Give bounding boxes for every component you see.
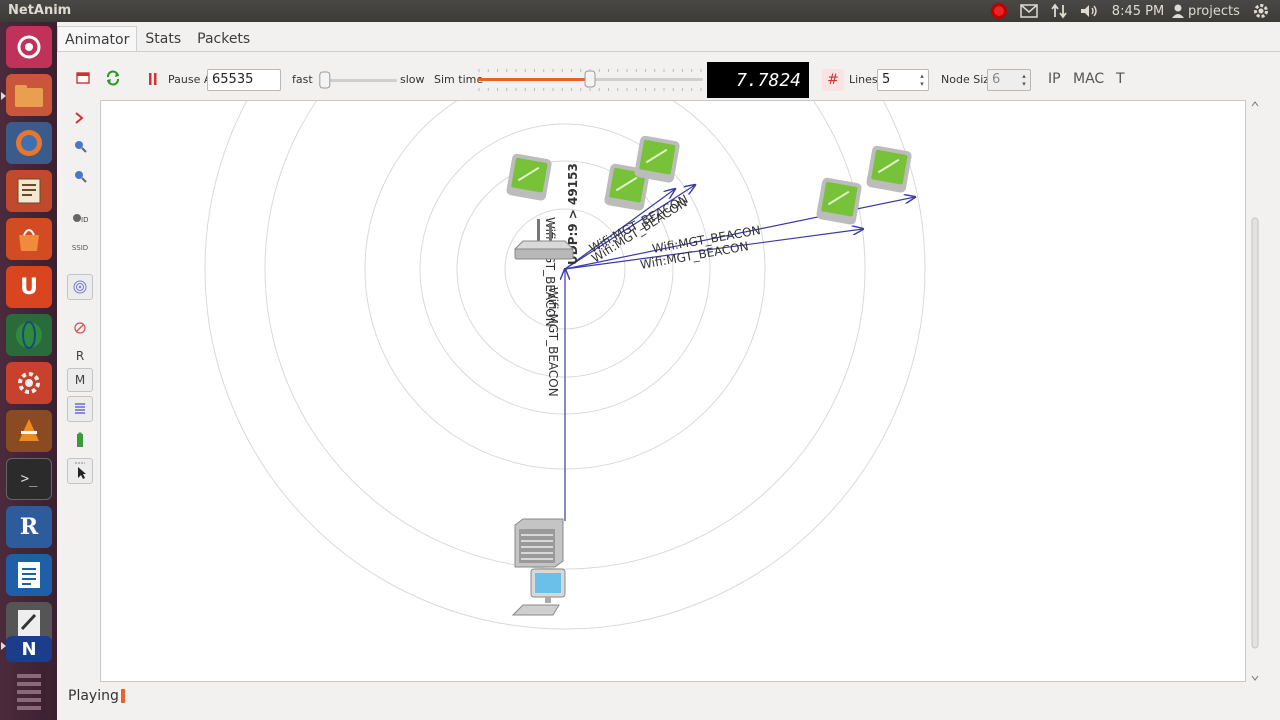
user-name: projects [1188, 3, 1240, 19]
user-icon [1172, 4, 1184, 18]
fast-forward-icon[interactable] [67, 106, 93, 130]
animation-canvas[interactable]: UDP:9 > 49153 Wifi:MGT_BEACON Wifi:MGT_B… [100, 0, 1246, 682]
pause-icon[interactable] [148, 72, 158, 86]
lines-value: 5 [882, 72, 891, 87]
station-node-icon[interactable] [866, 145, 913, 193]
pause-at-input[interactable]: 65535 [207, 69, 281, 91]
status-bar: Playing [68, 688, 125, 704]
clock[interactable]: 8:45 PM [1110, 0, 1166, 22]
user-menu[interactable]: projects [1172, 0, 1246, 22]
topology-view: UDP:9 > 49153 Wifi:MGT_BEACON Wifi:MGT_B… [204, 0, 926, 630]
mac-toggle[interactable]: MAC [1073, 71, 1104, 87]
station-node-icon[interactable] [506, 153, 553, 201]
netanim-icon[interactable]: N [6, 636, 52, 662]
globe-app-icon[interactable] [6, 314, 52, 356]
no-entry-icon[interactable] [67, 316, 93, 340]
slow-label: slow [400, 73, 425, 86]
settings-gear-icon[interactable] [1250, 0, 1272, 22]
animator-toolbar: Pause At 65535 fast slow Sim time 7.7824… [57, 60, 1280, 100]
vlc-icon[interactable] [6, 410, 52, 452]
writer-icon[interactable] [6, 554, 52, 596]
sim-time-slider[interactable] [475, 69, 705, 91]
speed-slider[interactable] [319, 71, 399, 89]
ip-toggle[interactable]: IP [1048, 71, 1061, 87]
progress-indicator [120, 689, 125, 703]
ssid-label: SSID [71, 244, 89, 252]
system-settings-icon[interactable] [6, 362, 52, 404]
netanim-window: Animator Stats Packets Pause At 65535 fa… [57, 0, 1280, 720]
tab-packets[interactable]: Packets [189, 26, 258, 52]
grid-toggle-icon[interactable]: # [822, 69, 844, 91]
tab-stats[interactable]: Stats [137, 26, 189, 52]
node-size-value: 6 [992, 72, 1001, 87]
station-node-icon[interactable] [816, 177, 863, 225]
firefox-icon[interactable] [6, 122, 52, 164]
svg-text:ID: ID [81, 216, 88, 224]
zoom-in-icon[interactable] [67, 134, 93, 158]
tab-animator[interactable]: Animator [57, 26, 138, 52]
terminal-icon[interactable]: >_ [6, 458, 52, 500]
lines-label: Lines [849, 73, 878, 86]
client-computer-node-icon[interactable] [511, 568, 566, 616]
packet-label: Wifi:MGT_BEACON [546, 287, 560, 397]
node-id-icon[interactable]: ID [67, 206, 93, 230]
trash-icon[interactable] [6, 668, 52, 712]
server-node-icon[interactable] [514, 518, 564, 568]
open-file-icon[interactable] [76, 71, 90, 85]
wireless-circles-icon[interactable] [67, 274, 93, 300]
window-title: NetAnim [8, 3, 72, 18]
side-toolbar: ID SSID R M [67, 106, 93, 486]
dash-home-icon[interactable] [6, 26, 52, 68]
tab-divider [57, 51, 1280, 52]
document-viewer-icon[interactable] [6, 170, 52, 212]
spin-arrows-icon[interactable]: ▴ ▾ [918, 72, 926, 88]
status-text: Playing [68, 688, 119, 704]
launcher: U >_ R N [0, 22, 57, 720]
top-panel: NetAnim 8:45 PM projects [0, 0, 1280, 22]
zoom-out-icon[interactable] [67, 164, 93, 188]
ssid-icon[interactable]: SSID [67, 236, 93, 260]
node-size-spinbox[interactable]: 6 ▴ ▾ [987, 69, 1031, 91]
network-icon[interactable] [1048, 0, 1070, 22]
pointer-select-icon[interactable] [67, 458, 93, 484]
mobility-toggle[interactable]: M [67, 368, 93, 392]
battery-icon[interactable] [67, 428, 93, 452]
list-icon[interactable] [67, 396, 93, 422]
sim-time-display: 7.7824 [707, 62, 809, 98]
reload-icon[interactable] [105, 70, 121, 86]
spin-arrows-icon[interactable]: ▴ ▾ [1020, 72, 1028, 88]
station-node-icon[interactable] [634, 135, 681, 183]
files-icon[interactable] [6, 74, 52, 116]
record-icon[interactable] [988, 0, 1010, 22]
volume-icon[interactable] [1076, 0, 1102, 22]
t-toggle[interactable]: T [1116, 71, 1125, 87]
mail-icon[interactable] [1018, 0, 1040, 22]
ubuntu-one-icon[interactable]: U [6, 266, 52, 308]
routing-toggle[interactable]: R [67, 344, 93, 368]
tab-bar: Animator Stats Packets [57, 26, 258, 52]
software-center-icon[interactable] [6, 218, 52, 260]
fast-label: fast [292, 73, 313, 86]
canvas-vertical-scrollbar[interactable] [1249, 100, 1261, 682]
lines-spinbox[interactable]: 5 ▴ ▾ [877, 69, 929, 91]
r-app-icon[interactable]: R [6, 506, 52, 548]
